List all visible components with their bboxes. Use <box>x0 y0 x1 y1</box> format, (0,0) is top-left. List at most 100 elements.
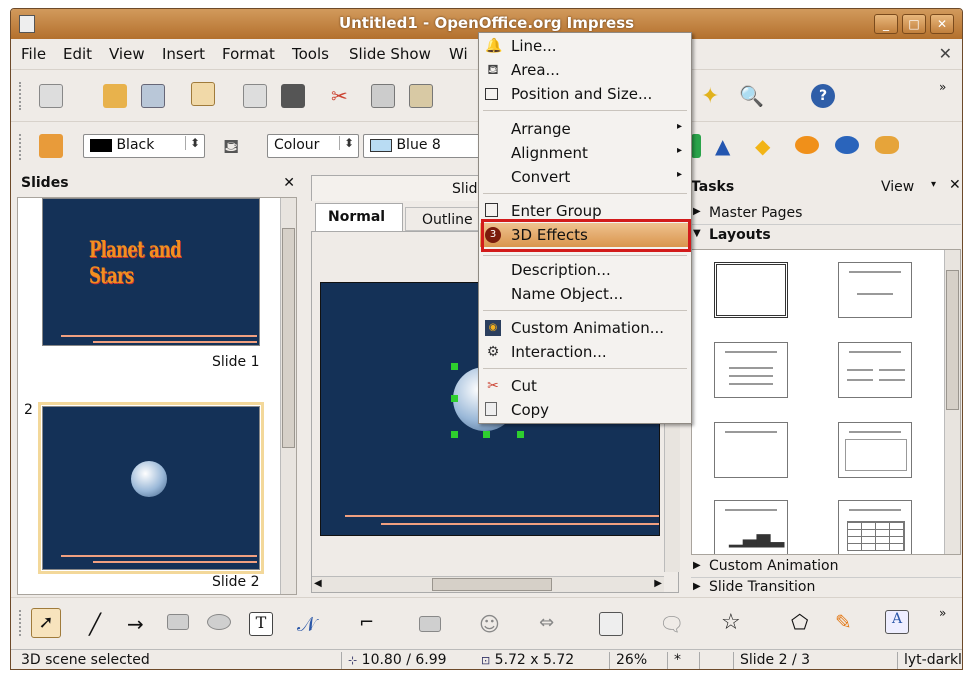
cone-icon[interactable]: ▲ <box>715 134 739 158</box>
selection-handle[interactable] <box>451 395 458 402</box>
connector-icon[interactable]: ⌐ <box>359 612 383 636</box>
menu-item-cut[interactable]: ✂ Cut <box>480 374 690 398</box>
tab-normal[interactable]: Normal <box>315 203 403 231</box>
edit-file-icon[interactable] <box>191 82 215 106</box>
rectangle-icon[interactable] <box>167 614 189 630</box>
arrow-line-icon[interactable]: → <box>127 612 151 636</box>
line-color-combo[interactable]: Black ⬍ <box>83 134 205 158</box>
select-arrow-icon[interactable]: ➚ <box>31 608 61 638</box>
save-icon[interactable] <box>141 84 165 108</box>
cut-icon[interactable]: ✂ <box>331 84 355 108</box>
close-document-icon[interactable]: ✕ <box>939 44 952 63</box>
print-icon[interactable] <box>281 84 305 108</box>
menu-edit[interactable]: Edit <box>63 45 92 63</box>
menu-item-custom-animation[interactable]: ◉ Custom Animation... <box>480 316 690 340</box>
basic-shapes-icon[interactable] <box>419 616 441 632</box>
menu-insert[interactable]: Insert <box>162 45 205 63</box>
layout-two-content[interactable] <box>838 342 912 398</box>
scroll-right-icon[interactable]: ▶ <box>654 578 662 589</box>
section-slide-transition[interactable]: ▶ Slide Transition <box>691 577 961 597</box>
zoom-level[interactable]: 26% <box>609 652 647 669</box>
menu-item-position-size[interactable]: Position and Size... <box>480 82 690 106</box>
selection-handle[interactable] <box>517 431 524 438</box>
menu-view[interactable]: View <box>109 45 145 63</box>
callouts-icon[interactable]: 🗨 <box>659 612 684 636</box>
copy-icon[interactable] <box>371 84 395 108</box>
layout-centered-text[interactable] <box>838 422 912 478</box>
section-master-pages[interactable]: ▶ Master Pages <box>691 203 961 225</box>
navigator-icon[interactable]: ✦ <box>701 84 725 109</box>
editor-hscrollbar[interactable]: ◀ ▶ <box>312 576 664 592</box>
toolbar-overflow-icon[interactable]: » <box>939 606 962 630</box>
toolbar-overflow-icon[interactable]: » <box>939 80 962 104</box>
symbol-shapes-icon[interactable]: ☺ <box>479 612 503 636</box>
layout-table[interactable] <box>838 500 912 554</box>
close-icon[interactable]: ✕ <box>949 177 961 193</box>
glue-points-icon[interactable]: ✎ <box>835 610 859 634</box>
paste-icon[interactable] <box>409 84 433 108</box>
ellipse-icon[interactable] <box>207 614 231 630</box>
flowchart-icon[interactable] <box>599 612 623 636</box>
tab-outline[interactable]: Outline <box>405 207 485 231</box>
selection-handle[interactable] <box>451 431 458 438</box>
layouts-scrollbar[interactable] <box>944 250 960 554</box>
chevron-down-icon[interactable]: ▾ <box>931 179 936 190</box>
fontwork-icon[interactable]: A <box>885 610 909 634</box>
menu-item-name-object[interactable]: Name Object... <box>480 282 690 306</box>
menu-slide-show[interactable]: Slide Show <box>349 45 431 63</box>
pyramid-icon[interactable]: ◆ <box>755 134 779 158</box>
toolbar-grip[interactable] <box>19 82 23 110</box>
open-icon[interactable] <box>103 84 127 108</box>
block-arrows-icon[interactable]: ⇔ <box>539 612 563 636</box>
minimize-button[interactable]: _ <box>874 14 898 34</box>
curve-icon[interactable]: 𝒩 <box>297 612 321 636</box>
slide-thumbnail-1[interactable]: Planet and Stars <box>42 198 260 346</box>
menu-item-enter-group[interactable]: Enter Group <box>480 199 690 223</box>
fill-color-combo[interactable]: Blue 8 <box>363 134 483 158</box>
menu-item-arrange[interactable]: Arrange ▸ <box>480 117 690 141</box>
maximize-button[interactable]: □ <box>902 14 926 34</box>
line-tool-icon[interactable]: ╱ <box>89 612 113 636</box>
menu-item-interaction[interactable]: ⚙ Interaction... <box>480 340 690 364</box>
toolbar-grip-3[interactable] <box>19 610 23 636</box>
section-layouts[interactable]: ▼ Layouts <box>691 225 961 247</box>
export-pdf-icon[interactable] <box>243 84 267 108</box>
help-icon[interactable]: ? <box>811 84 835 108</box>
scrollbar-thumb[interactable] <box>432 578 552 591</box>
points-icon[interactable]: ⬠ <box>791 610 815 634</box>
section-custom-animation[interactable]: ▶ Custom Animation <box>691 557 961 577</box>
scrollbar-thumb[interactable] <box>946 270 959 410</box>
half-sphere-icon[interactable] <box>875 136 899 154</box>
layout-chart[interactable]: ▁▃▅▂ <box>714 500 788 554</box>
shell-icon[interactable] <box>835 136 859 154</box>
slide-thumbnail-2[interactable] <box>42 406 260 570</box>
layout-title-slide[interactable] <box>838 262 912 318</box>
zoom-icon[interactable]: 🔍 <box>739 84 764 108</box>
tasks-view-menu[interactable]: View <box>881 179 914 195</box>
menu-tools[interactable]: Tools <box>292 45 329 63</box>
selection-handle[interactable] <box>451 363 458 370</box>
menu-item-copy[interactable]: Copy <box>480 398 690 422</box>
toolbar-grip-2[interactable] <box>19 134 23 160</box>
torus-icon[interactable] <box>795 136 819 154</box>
menu-item-alignment[interactable]: Alignment ▸ <box>480 141 690 165</box>
close-window-button[interactable]: ✕ <box>930 14 954 34</box>
layout-title-only[interactable] <box>714 422 788 478</box>
menu-item-convert[interactable]: Convert ▸ <box>480 165 690 189</box>
menu-item-description[interactable]: Description... <box>480 258 690 282</box>
line-style-icon[interactable] <box>39 134 63 158</box>
stars-icon[interactable]: ☆ <box>721 610 745 635</box>
menu-window[interactable]: Wi <box>449 45 468 63</box>
new-document-icon[interactable] <box>39 84 63 108</box>
menu-file[interactable]: File <box>21 45 46 63</box>
menu-format[interactable]: Format <box>222 45 275 63</box>
slides-scrollbar[interactable] <box>280 198 296 594</box>
shape-icon-green[interactable] <box>691 134 701 158</box>
scrollbar-thumb[interactable] <box>282 228 295 448</box>
layout-blank[interactable] <box>714 262 788 318</box>
selection-handle[interactable] <box>483 431 490 438</box>
close-icon[interactable]: ✕ <box>283 175 295 191</box>
scroll-left-icon[interactable]: ◀ <box>314 578 322 589</box>
area-fill-icon[interactable]: ⛾ <box>223 134 247 158</box>
fill-mode-combo[interactable]: Colour ⬍ <box>267 134 359 158</box>
